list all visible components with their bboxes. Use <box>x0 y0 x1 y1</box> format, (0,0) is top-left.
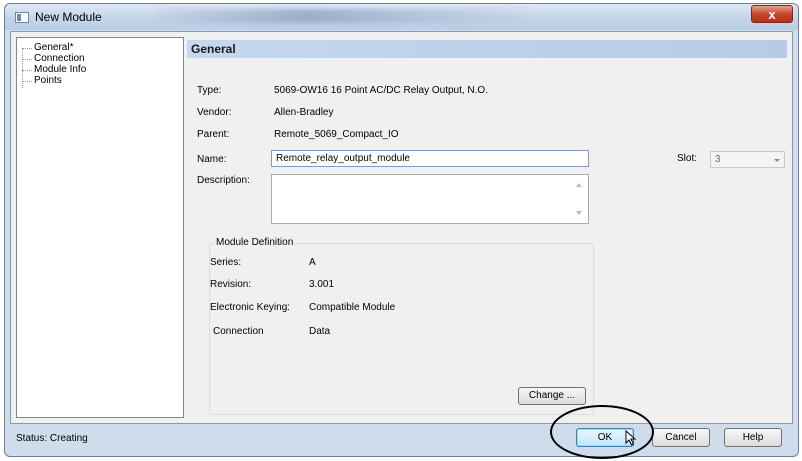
description-label: Description: <box>197 175 250 186</box>
tree-connector <box>22 48 32 49</box>
scroll-up-icon[interactable] <box>576 183 582 187</box>
dialog-body: General* Connection Module Info Points G… <box>10 31 793 424</box>
ok-highlight-circle <box>550 405 654 459</box>
parent-value: Remote_5069_Compact_IO <box>274 129 399 140</box>
tree-connector <box>22 81 32 82</box>
name-field[interactable]: Remote_relay_output_module <box>271 150 589 167</box>
description-scrollbar[interactable] <box>572 175 588 223</box>
description-field[interactable] <box>271 174 589 224</box>
slot-value: 3 <box>715 154 721 165</box>
section-title: General <box>191 42 236 56</box>
module-definition-group: Module Definition Series: A Revision: 3.… <box>209 237 594 415</box>
close-icon: x <box>768 7 776 22</box>
window-icon <box>15 12 29 23</box>
electronic-keying-value: Compatible Module <box>309 302 396 313</box>
scroll-down-icon[interactable] <box>576 211 582 215</box>
tree-item-label: Points <box>34 75 62 86</box>
series-value: A <box>309 257 316 268</box>
type-value: 5069-OW16 16 Point AC/DC Relay Output, N… <box>274 85 488 96</box>
cancel-button[interactable]: Cancel <box>652 428 710 447</box>
vendor-label: Vendor: <box>197 107 232 118</box>
status-bar: Status: Creating OK Cancel Help <box>10 424 793 454</box>
slot-label: Slot: <box>677 153 698 164</box>
tree-connector <box>22 59 32 60</box>
tree-connector <box>22 48 23 88</box>
module-definition-label: Module Definition <box>214 237 296 248</box>
category-tree: General* Connection Module Info Points <box>16 37 184 418</box>
window-title: New Module <box>35 10 102 24</box>
vendor-value: Allen-Bradley <box>274 107 334 118</box>
name-label: Name: <box>197 154 227 165</box>
change-button[interactable]: Change ... <box>518 387 586 405</box>
type-label: Type: <box>197 85 222 96</box>
slot-select[interactable]: 3 <box>710 151 785 168</box>
revision-value: 3.001 <box>309 279 335 290</box>
series-label: Series: <box>210 257 242 268</box>
mouse-cursor-icon <box>625 430 637 446</box>
status-text: Status: Creating <box>16 433 88 444</box>
tree-connector <box>22 70 32 71</box>
parent-label: Parent: <box>197 129 230 140</box>
electronic-keying-label: Electronic Keying: <box>210 302 291 313</box>
new-module-dialog: New Module x General* Connection Module … <box>4 3 799 457</box>
title-bar[interactable]: New Module x <box>5 4 798 30</box>
revision-label: Revision: <box>210 279 252 290</box>
general-panel: General Type: 5069-OW16 16 Point AC/DC R… <box>187 37 787 418</box>
help-button[interactable]: Help <box>724 428 782 447</box>
close-button[interactable]: x <box>751 5 793 23</box>
dropdown-arrow-icon <box>774 159 780 162</box>
connection-label: Connection <box>213 326 264 337</box>
title-bar-background <box>155 9 535 23</box>
section-header: General <box>187 40 787 58</box>
connection-value: Data <box>309 326 331 337</box>
